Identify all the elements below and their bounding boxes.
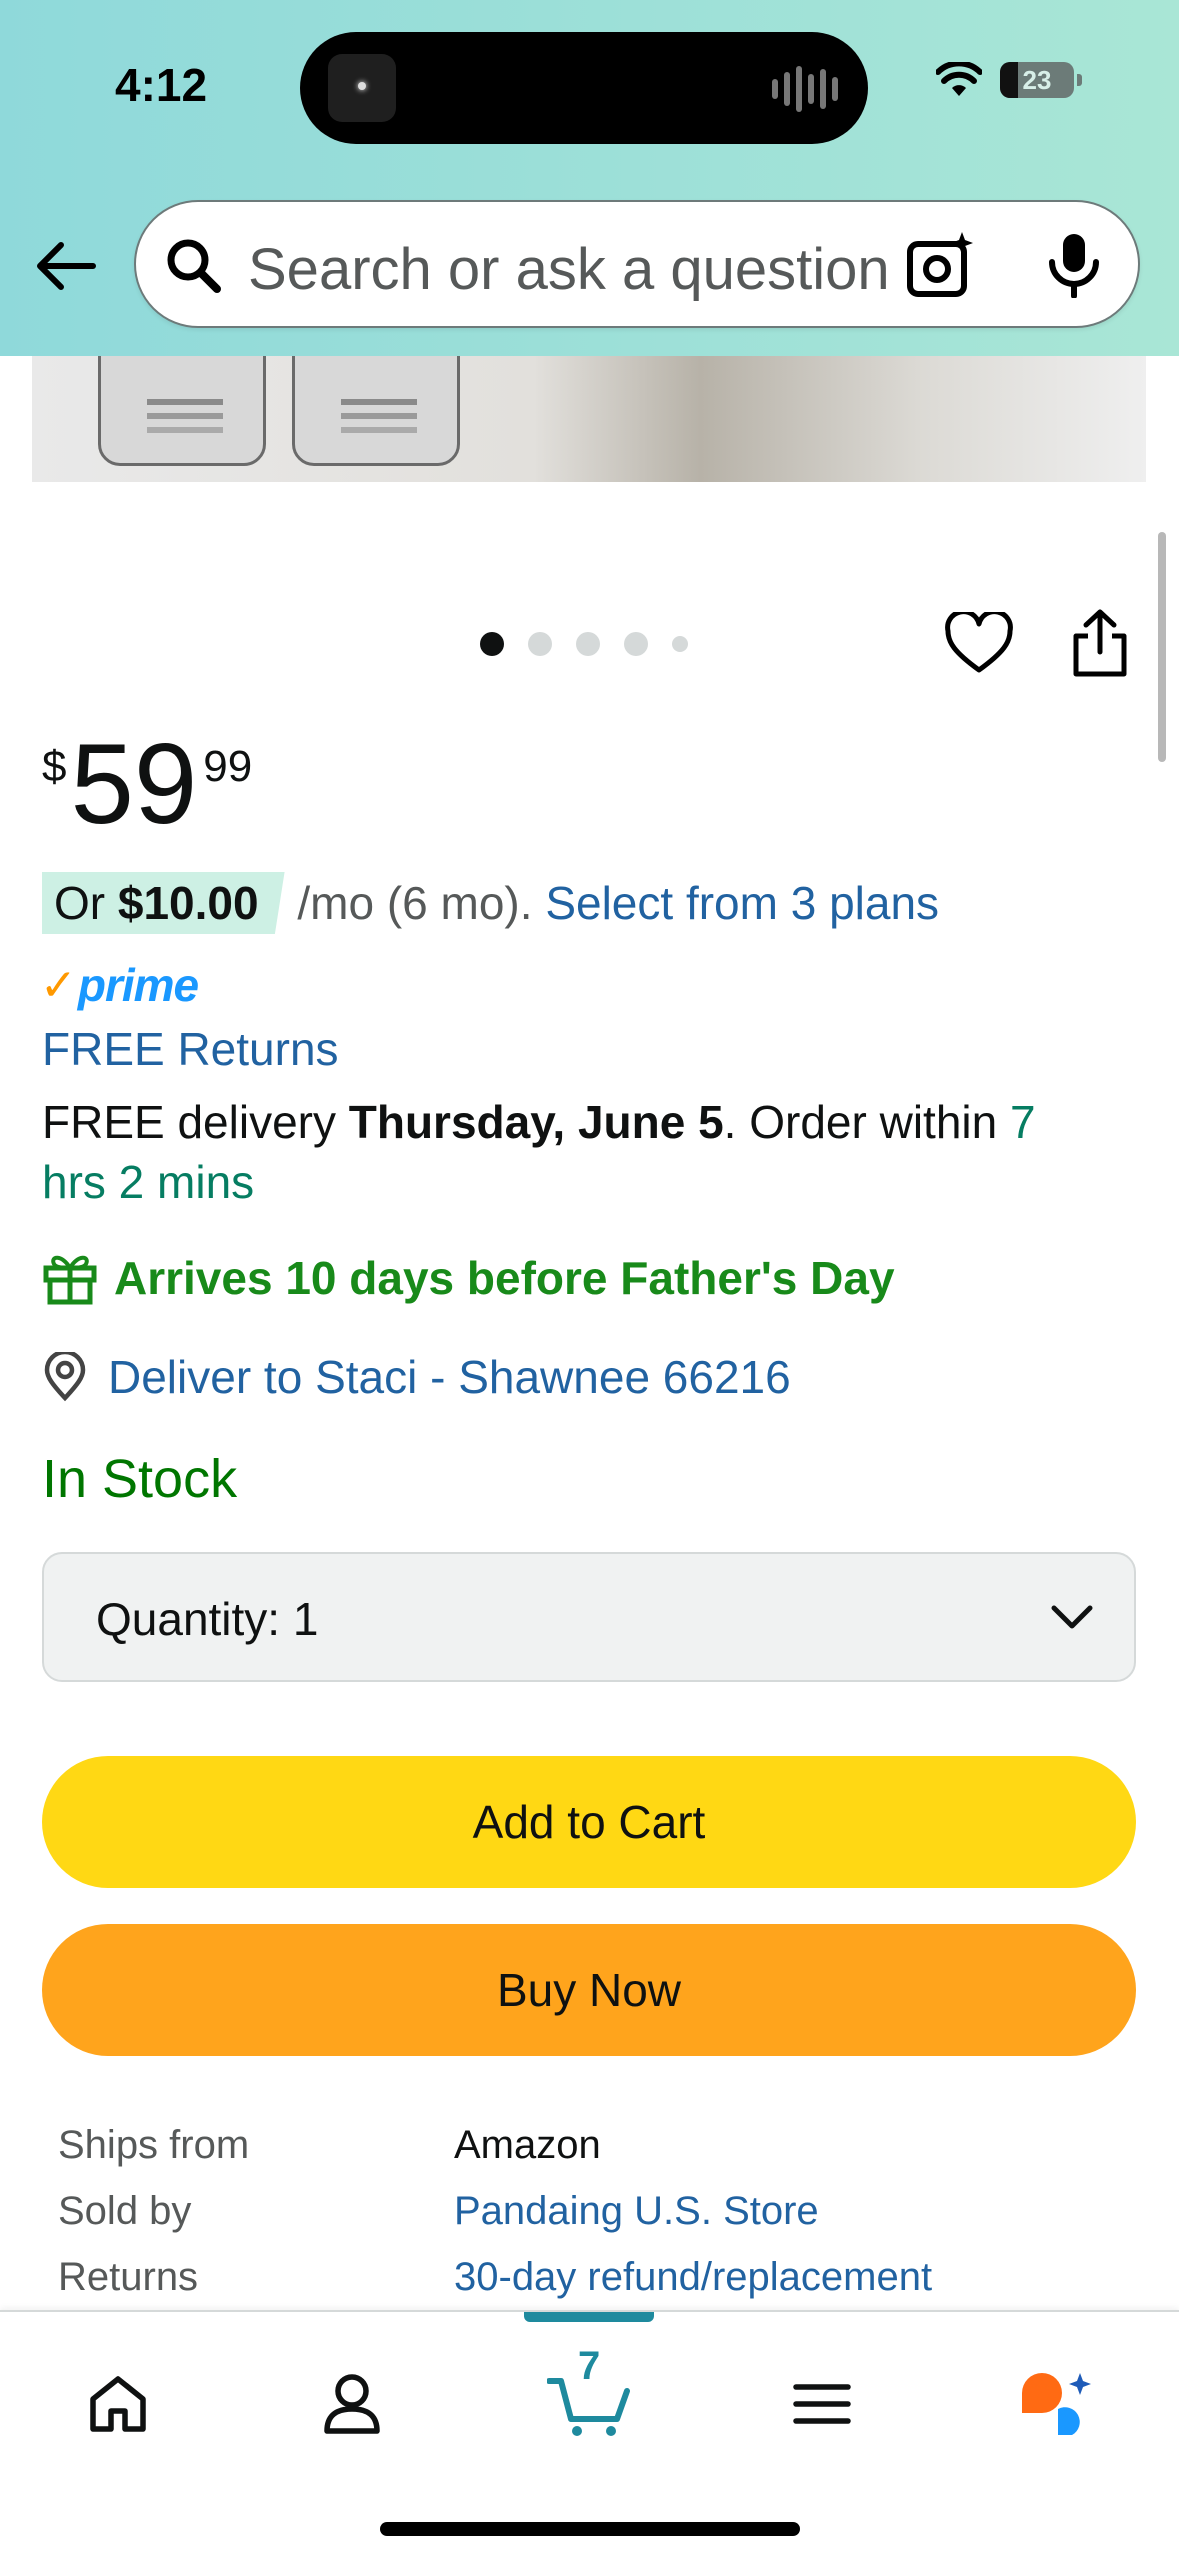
battery-level: 23 — [1022, 64, 1052, 95]
delivery-date: Thursday, June 5 — [348, 1096, 724, 1148]
product-image[interactable] — [32, 356, 1146, 482]
pagination-dot[interactable] — [528, 632, 552, 656]
nav-home[interactable] — [68, 2354, 168, 2454]
dynamic-island — [300, 32, 868, 144]
select-plans-link[interactable]: Select from 3 plans — [545, 877, 939, 929]
product-price: $ 59 99 — [42, 720, 252, 850]
gift-icon — [43, 1255, 97, 1305]
price-currency: $ — [42, 742, 67, 791]
bottom-nav: 7 — [0, 2310, 1179, 2556]
share-icon — [1073, 609, 1127, 677]
quantity-dropdown[interactable]: Quantity: 1 — [42, 1552, 1136, 1682]
details-row: Ships from Amazon — [58, 2112, 932, 2178]
returns-policy-link[interactable]: 30-day refund/replacement — [454, 2244, 932, 2310]
audio-wave-icon — [772, 66, 838, 112]
pagination-dot[interactable] — [576, 632, 600, 656]
installment-amount: $10.00 — [117, 877, 259, 929]
search-input[interactable]: Search or ask a question — [248, 236, 928, 303]
delivery-order-within: . Order within — [723, 1096, 1010, 1148]
seller-details: Ships from Amazon Sold by Pandaing U.S. … — [58, 2112, 932, 2310]
nav-rufus[interactable] — [1008, 2354, 1108, 2454]
details-key: Returns — [58, 2255, 199, 2299]
product-plug-image — [292, 356, 460, 466]
camera-activity-icon — [328, 54, 396, 122]
chevron-down-icon — [1051, 1605, 1093, 1629]
back-arrow-icon — [37, 242, 96, 290]
installment-prefix: Or — [54, 877, 118, 929]
scrollbar[interactable] — [1158, 532, 1166, 762]
top-header: 4:12 23 Search or ask a question — [0, 0, 1179, 356]
installment-badge: Or $10.00 — [42, 872, 285, 934]
quantity-label-text: Quantity: — [96, 1593, 281, 1645]
deliver-to-link[interactable]: Deliver to Staci - Shawnee 66216 — [42, 1350, 791, 1404]
prime-label: prime — [77, 959, 199, 1011]
product-plug-image — [98, 356, 266, 466]
home-indicator[interactable] — [380, 2522, 800, 2536]
details-row: Sold by Pandaing U.S. Store — [58, 2178, 932, 2244]
account-icon — [324, 2374, 380, 2434]
price-whole: 59 — [70, 721, 198, 848]
home-icon — [90, 2376, 146, 2432]
nav-account[interactable] — [302, 2354, 402, 2454]
installment-offer: Or $10.00 /mo (6 mo). Select from 3 plan… — [42, 872, 939, 934]
details-key: Ships from — [58, 2123, 250, 2167]
delivery-prefix: FREE delivery — [42, 1096, 349, 1148]
camera-lens-icon[interactable] — [906, 230, 976, 300]
gift-message-text: Arrives 10 days before Father's Day — [114, 1252, 895, 1304]
back-button[interactable] — [32, 232, 100, 300]
location-pin-icon — [44, 1352, 86, 1402]
buy-now-button[interactable]: Buy Now — [42, 1924, 1136, 2056]
stock-status: In Stock — [42, 1449, 238, 1509]
add-to-cart-button[interactable]: Add to Cart — [42, 1756, 1136, 1888]
quantity-label: Quantity: 1 — [96, 1592, 318, 1646]
add-to-list-button[interactable] — [944, 609, 1014, 681]
search-icon — [167, 239, 221, 293]
nav-menu[interactable] — [772, 2354, 872, 2454]
status-icons: 23 — [936, 62, 1082, 98]
image-pagination-dots[interactable] — [480, 632, 688, 656]
rufus-ai-icon — [1022, 2373, 1091, 2435]
details-row: Returns 30-day refund/replacement — [58, 2244, 932, 2310]
search-bar[interactable]: Search or ask a question — [134, 200, 1140, 328]
gift-message: Arrives 10 days before Father's Day — [42, 1250, 895, 1306]
menu-icon — [793, 2384, 851, 2424]
microphone-icon[interactable] — [1046, 232, 1102, 298]
status-time: 4:12 — [115, 59, 208, 111]
details-key: Sold by — [58, 2189, 192, 2233]
prime-check-icon: ✓ — [40, 960, 77, 1010]
heart-icon — [945, 609, 1013, 673]
quantity-value: 1 — [292, 1593, 319, 1645]
installment-terms: /mo (6 mo). — [284, 877, 546, 929]
details-value: Amazon — [454, 2123, 601, 2167]
seller-link[interactable]: Pandaing U.S. Store — [454, 2178, 819, 2244]
deliver-to-text[interactable]: Deliver to Staci - Shawnee 66216 — [108, 1350, 791, 1404]
pagination-dot[interactable] — [624, 632, 648, 656]
free-returns-link[interactable]: FREE Returns — [42, 1022, 339, 1076]
battery-icon: 23 — [1000, 62, 1082, 98]
prime-badge: ✓ prime — [40, 958, 199, 1012]
delivery-info: FREE delivery Thursday, June 5. Order wi… — [42, 1092, 1102, 1212]
price-fraction: 99 — [203, 742, 253, 791]
pagination-dot[interactable] — [672, 636, 688, 652]
share-button[interactable] — [1068, 608, 1132, 683]
wifi-icon — [936, 62, 982, 96]
pagination-dot[interactable] — [480, 632, 504, 656]
active-tab-indicator — [524, 2312, 654, 2322]
cart-count-badge: 7 — [578, 2344, 601, 2388]
